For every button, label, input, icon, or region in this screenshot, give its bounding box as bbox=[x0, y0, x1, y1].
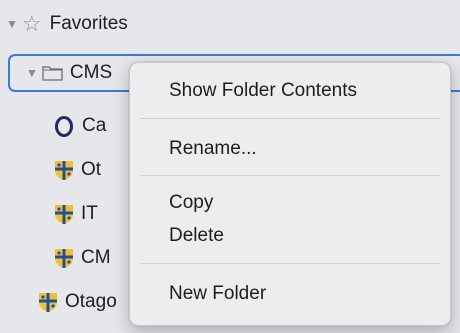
otago-crest-icon bbox=[55, 204, 73, 224]
bookmark-label: Otago bbox=[65, 291, 117, 312]
menu-separator bbox=[140, 175, 440, 176]
bookmark-label: Ca bbox=[82, 115, 107, 136]
menu-item-delete[interactable]: Delete bbox=[169, 225, 224, 247]
context-menu: Show Folder Contents Rename... Copy Dele… bbox=[129, 62, 451, 326]
bookmark-label: IT bbox=[81, 203, 98, 224]
bookmark-label: CM bbox=[81, 247, 111, 268]
menu-item-show-folder-contents[interactable]: Show Folder Contents bbox=[169, 80, 357, 102]
otago-crest-icon bbox=[39, 292, 57, 312]
star-icon: ☆ bbox=[21, 11, 42, 36]
favorites-row[interactable]: ▼ ☆ Favorites bbox=[6, 4, 460, 44]
menu-separator bbox=[140, 263, 440, 264]
folder-icon bbox=[42, 66, 63, 81]
menu-item-copy[interactable]: Copy bbox=[169, 192, 213, 214]
otago-crest-icon bbox=[55, 248, 73, 268]
menu-item-new-folder[interactable]: New Folder bbox=[169, 283, 266, 305]
favorites-label: Favorites bbox=[49, 13, 128, 34]
menu-item-rename[interactable]: Rename... bbox=[169, 138, 257, 160]
disclosure-triangle-icon[interactable]: ▼ bbox=[6, 17, 18, 31]
folder-label: CMS bbox=[69, 62, 113, 83]
bookmark-label: Ot bbox=[81, 159, 102, 180]
opera-icon bbox=[55, 115, 73, 137]
menu-separator bbox=[140, 118, 440, 119]
otago-crest-icon bbox=[55, 160, 73, 180]
disclosure-triangle-icon[interactable]: ▼ bbox=[26, 66, 38, 80]
